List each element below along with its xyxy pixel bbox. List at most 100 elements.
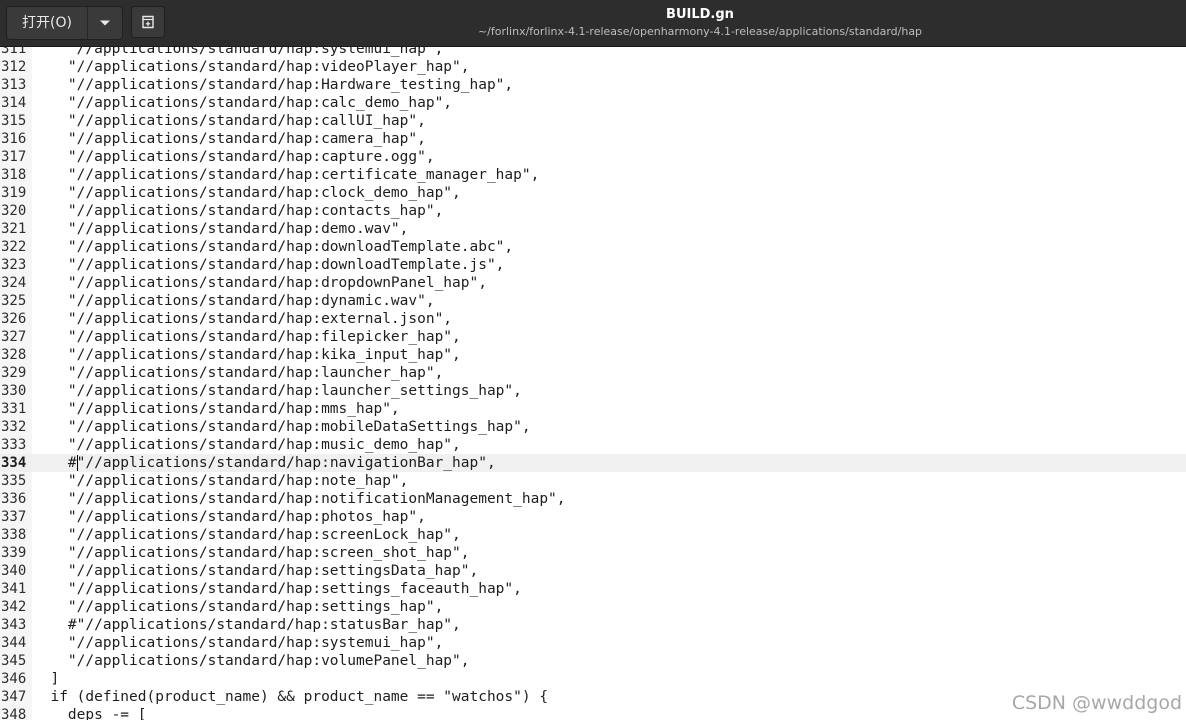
code-line[interactable]: 347 if (defined(product_name) && product… — [0, 688, 1186, 706]
line-text[interactable]: "//applications/standard/hap:screenLock_… — [33, 526, 461, 544]
code-area[interactable]: 311 "//applications/standard/hap:systemu… — [0, 47, 1186, 720]
open-button[interactable]: 打开(O) — [7, 7, 87, 39]
code-line[interactable]: 333 "//applications/standard/hap:music_d… — [0, 436, 1186, 454]
line-text[interactable]: "//applications/standard/hap:mobileDataS… — [33, 418, 531, 436]
code-line[interactable]: 324 "//applications/standard/hap:dropdow… — [0, 274, 1186, 292]
code-line[interactable]: 339 "//applications/standard/hap:screen_… — [0, 544, 1186, 562]
line-number: 324 — [1, 275, 27, 291]
line-text[interactable]: "//applications/standard/hap:contacts_ha… — [33, 202, 443, 220]
line-text[interactable]: "//applications/standard/hap:note_hap", — [33, 472, 408, 490]
line-number: 323 — [1, 257, 27, 273]
code-line[interactable]: 313 "//applications/standard/hap:Hardwar… — [0, 76, 1186, 94]
line-text[interactable]: "//applications/standard/hap:notificatio… — [33, 490, 566, 508]
code-line[interactable]: 325 "//applications/standard/hap:dynamic… — [0, 292, 1186, 310]
line-text[interactable]: "//applications/standard/hap:camera_hap"… — [33, 130, 426, 148]
code-line[interactable]: 346 ] — [0, 670, 1186, 688]
line-text[interactable]: "//applications/standard/hap:demo.wav", — [33, 220, 408, 238]
line-text[interactable]: "//applications/standard/hap:certificate… — [33, 166, 539, 184]
line-number: 342 — [1, 599, 27, 615]
line-number: 332 — [1, 419, 27, 435]
line-text[interactable]: "//applications/standard/hap:kika_input_… — [33, 346, 461, 364]
line-text[interactable]: "//applications/standard/hap:dropdownPan… — [33, 274, 487, 292]
text-editor[interactable]: 311 "//applications/standard/hap:systemu… — [0, 47, 1186, 720]
code-line[interactable]: 340 "//applications/standard/hap:setting… — [0, 562, 1186, 580]
line-text[interactable]: deps -= [ — [33, 706, 147, 720]
line-text[interactable]: "//applications/standard/hap:launcher_ha… — [33, 364, 443, 382]
line-text[interactable]: "//applications/standard/hap:settings_fa… — [33, 580, 522, 598]
line-number: 329 — [1, 365, 27, 381]
line-text[interactable]: "//applications/standard/hap:screen_shot… — [33, 544, 470, 562]
line-text[interactable]: "//applications/standard/hap:videoPlayer… — [33, 58, 470, 76]
line-text[interactable]: if (defined(product_name) && product_nam… — [33, 688, 548, 706]
line-number: 313 — [1, 77, 27, 93]
new-document-button[interactable] — [131, 6, 165, 38]
line-text[interactable]: "//applications/standard/hap:systemui_ha… — [33, 47, 443, 58]
code-line[interactable]: 316 "//applications/standard/hap:camera_… — [0, 130, 1186, 148]
line-text[interactable]: "//applications/standard/hap:capture.ogg… — [33, 148, 435, 166]
line-number: 317 — [1, 149, 27, 165]
open-dropdown-button[interactable] — [86, 7, 122, 39]
line-text[interactable]: "//applications/standard/hap:mms_hap", — [33, 400, 400, 418]
code-line[interactable]: 314 "//applications/standard/hap:calc_de… — [0, 94, 1186, 112]
code-line[interactable]: 345 "//applications/standard/hap:volumeP… — [0, 652, 1186, 670]
code-line[interactable]: 311 "//applications/standard/hap:systemu… — [0, 47, 1186, 58]
code-line[interactable]: 327 "//applications/standard/hap:filepic… — [0, 328, 1186, 346]
code-line[interactable]: 344 "//applications/standard/hap:systemu… — [0, 634, 1186, 652]
line-number: 311 — [1, 47, 27, 57]
line-number: 316 — [1, 131, 27, 147]
line-text[interactable]: "//applications/standard/hap:downloadTem… — [33, 256, 505, 274]
line-text[interactable]: #"//applications/standard/hap:statusBar_… — [33, 616, 461, 634]
code-line[interactable]: 318 "//applications/standard/hap:certifi… — [0, 166, 1186, 184]
code-line[interactable]: 332 "//applications/standard/hap:mobileD… — [0, 418, 1186, 436]
code-line[interactable]: 335 "//applications/standard/hap:note_ha… — [0, 472, 1186, 490]
line-text[interactable]: "//applications/standard/hap:clock_demo_… — [33, 184, 461, 202]
line-text[interactable]: "//applications/standard/hap:settingsDat… — [33, 562, 478, 580]
code-line[interactable]: 320 "//applications/standard/hap:contact… — [0, 202, 1186, 220]
line-text[interactable]: "//applications/standard/hap:photos_hap"… — [33, 508, 426, 526]
line-text[interactable]: ] — [33, 670, 59, 688]
code-line[interactable]: 338 "//applications/standard/hap:screenL… — [0, 526, 1186, 544]
code-line[interactable]: 337 "//applications/standard/hap:photos_… — [0, 508, 1186, 526]
line-text[interactable]: "//applications/standard/hap:callUI_hap"… — [33, 112, 426, 130]
open-button-group: 打开(O) — [6, 6, 123, 40]
code-line[interactable]: 330 "//applications/standard/hap:launche… — [0, 382, 1186, 400]
code-line[interactable]: 322 "//applications/standard/hap:downloa… — [0, 238, 1186, 256]
line-number: 333 — [1, 437, 27, 453]
code-line[interactable]: 317 "//applications/standard/hap:capture… — [0, 148, 1186, 166]
code-line[interactable]: 348 deps -= [ — [0, 706, 1186, 720]
line-number: 315 — [1, 113, 27, 129]
line-text[interactable]: "//applications/standard/hap:calc_demo_h… — [33, 94, 452, 112]
line-text[interactable]: "//applications/standard/hap:external.js… — [33, 310, 452, 328]
line-number: 344 — [1, 635, 27, 651]
code-line[interactable]: 319 "//applications/standard/hap:clock_d… — [0, 184, 1186, 202]
code-line[interactable]: 323 "//applications/standard/hap:downloa… — [0, 256, 1186, 274]
header-bar: 打开(O) BUILD.gn ~/forlinx/forlinx-4.1-rel… — [0, 0, 1186, 47]
line-text[interactable]: "//applications/standard/hap:downloadTem… — [33, 238, 513, 256]
code-line[interactable]: 326 "//applications/standard/hap:externa… — [0, 310, 1186, 328]
line-text[interactable]: "//applications/standard/hap:volumePanel… — [33, 652, 470, 670]
code-line[interactable]: 341 "//applications/standard/hap:setting… — [0, 580, 1186, 598]
line-number: 328 — [1, 347, 27, 363]
line-text[interactable]: "//applications/standard/hap:systemui_ha… — [33, 634, 443, 652]
code-line[interactable]: 343 #"//applications/standard/hap:status… — [0, 616, 1186, 634]
line-text[interactable]: #"//applications/standard/hap:navigation… — [33, 454, 496, 472]
line-text[interactable]: "//applications/standard/hap:settings_ha… — [33, 598, 443, 616]
code-line[interactable]: 331 "//applications/standard/hap:mms_hap… — [0, 400, 1186, 418]
line-number: 326 — [1, 311, 27, 327]
line-number: 346 — [1, 671, 27, 687]
line-text[interactable]: "//applications/standard/hap:dynamic.wav… — [33, 292, 435, 310]
line-text[interactable]: "//applications/standard/hap:music_demo_… — [33, 436, 461, 454]
line-text[interactable]: "//applications/standard/hap:filepicker_… — [33, 328, 461, 346]
code-line[interactable]: 328 "//applications/standard/hap:kika_in… — [0, 346, 1186, 364]
line-number: 312 — [1, 59, 27, 75]
line-text-prefix: # — [33, 455, 77, 471]
line-text[interactable]: "//applications/standard/hap:launcher_se… — [33, 382, 522, 400]
code-line[interactable]: 315 "//applications/standard/hap:callUI_… — [0, 112, 1186, 130]
code-line[interactable]: 329 "//applications/standard/hap:launche… — [0, 364, 1186, 382]
code-line[interactable]: 312 "//applications/standard/hap:videoPl… — [0, 58, 1186, 76]
code-line-current[interactable]: 334 #"//applications/standard/hap:naviga… — [0, 454, 1186, 472]
code-line[interactable]: 321 "//applications/standard/hap:demo.wa… — [0, 220, 1186, 238]
code-line[interactable]: 336 "//applications/standard/hap:notific… — [0, 490, 1186, 508]
line-text[interactable]: "//applications/standard/hap:Hardware_te… — [33, 76, 513, 94]
code-line[interactable]: 342 "//applications/standard/hap:setting… — [0, 598, 1186, 616]
